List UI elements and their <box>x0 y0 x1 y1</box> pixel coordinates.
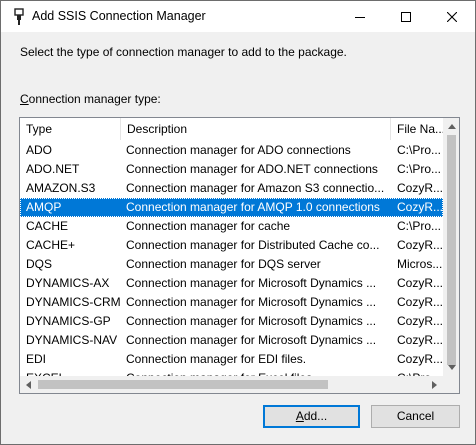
table-row[interactable]: ADO Connection manager for ADO connection… <box>20 141 443 160</box>
list-body: ADO Connection manager for ADO connection… <box>20 141 443 377</box>
cell-file-name: C:\Pro... <box>397 143 442 157</box>
ssis-app-icon <box>11 8 27 26</box>
close-icon[interactable] <box>429 1 475 32</box>
connection-type-label: Connection manager type: <box>20 92 161 106</box>
cell-description: Connection manager for Amazon S3 connect… <box>126 181 385 195</box>
cell-type: DYNAMICS-NAV <box>26 333 118 347</box>
vertical-scroll-thumb[interactable] <box>447 135 456 365</box>
cell-description: Connection manager for Microsoft Dynamic… <box>126 295 377 309</box>
cell-file-name: CozyR... <box>397 352 443 366</box>
cell-description: Connection manager for ADO.NET connectio… <box>126 162 378 176</box>
label-rest: onnection manager type: <box>28 92 161 106</box>
cell-file-name: CozyR... <box>397 333 443 347</box>
scroll-up-arrow-icon[interactable] <box>443 118 459 135</box>
table-row[interactable]: AMAZON.S3 Connection manager for Amazon S… <box>20 179 443 198</box>
table-row[interactable]: DQS Connection manager for DQS server Micr… <box>20 255 443 274</box>
cell-description: Connection manager for Distributed Cache… <box>126 238 380 252</box>
maximize-icon[interactable] <box>383 1 429 32</box>
minimize-icon[interactable] <box>337 1 383 32</box>
vertical-scrollbar[interactable] <box>443 118 459 376</box>
table-row[interactable]: DYNAMICS-CRM Connection manager for Micro… <box>20 293 443 312</box>
cell-description: Connection manager for ADO connections <box>126 143 351 157</box>
cell-type: ADO.NET <box>26 162 80 176</box>
label-mnemonic: C <box>20 92 29 106</box>
cell-type: CACHE <box>26 219 69 233</box>
title-bar[interactable]: Add SSIS Connection Manager <box>1 1 475 32</box>
cell-type: ADO <box>26 143 53 157</box>
cell-description: Connection manager for Microsoft Dynamic… <box>126 276 377 290</box>
list-header: Type Description File Na... <box>20 118 443 140</box>
table-row[interactable]: CACHE Connection manager for cache C:\Pro.… <box>20 217 443 236</box>
horizontal-scrollbar[interactable] <box>20 376 443 393</box>
cancel-button[interactable]: Cancel <box>371 405 460 428</box>
cell-description: Connection manager for EDI files. <box>126 352 307 366</box>
cell-type: EDI <box>26 352 47 366</box>
cell-description: Connection manager for Microsoft Dynamic… <box>126 333 377 347</box>
cell-file-name: CozyR... <box>397 238 443 252</box>
add-label-rest: dd... <box>303 409 328 423</box>
add-mnemonic: A <box>295 409 304 423</box>
cell-file-name: C:\Pro... <box>397 162 442 176</box>
table-row[interactable]: DYNAMICS-NAV Connection manager for Micro… <box>20 331 443 350</box>
scroll-down-arrow-icon[interactable] <box>443 359 459 376</box>
dialog-window: Add SSIS Connection Manager Select the t… <box>0 0 476 445</box>
cell-type: DYNAMICS-CRM <box>26 295 121 309</box>
cell-file-name: CozyR... <box>397 314 443 328</box>
cell-description: Connection manager for DQS server <box>126 257 321 271</box>
cell-description: Connection manager for cache <box>126 219 291 233</box>
table-row[interactable]: DYNAMICS-GP Connection manager for Micros… <box>20 312 443 331</box>
cell-file-name: CozyR... <box>397 276 443 290</box>
table-row[interactable]: DYNAMICS-AX Connection manager for Micros… <box>20 274 443 293</box>
cell-file-name: C:\Pro... <box>397 219 442 233</box>
scroll-left-arrow-icon[interactable] <box>20 376 37 393</box>
cell-type: DYNAMICS-GP <box>26 314 111 328</box>
cell-file-name: CozyR... <box>397 181 443 195</box>
cell-file-name: CozyR... <box>397 295 443 309</box>
connection-type-list[interactable]: Type Description File Na... ADO Connectio… <box>19 117 460 394</box>
cell-file-name: CozyR... <box>397 200 443 214</box>
cell-type: DQS <box>26 257 53 271</box>
cell-type: AMQP <box>26 200 62 214</box>
window-title: Add SSIS Connection Manager <box>32 9 206 23</box>
cell-file-name: Micros... <box>397 257 443 271</box>
column-header-file-name[interactable]: File Na... <box>391 118 443 140</box>
add-button[interactable]: Add... <box>263 405 360 428</box>
cell-type: CACHE+ <box>26 238 76 252</box>
intro-text: Select the type of connection manager to… <box>20 45 347 59</box>
horizontal-scroll-thumb[interactable] <box>38 380 328 389</box>
table-row[interactable]: AMQP Connection manager for AMQP 1.0 conn… <box>20 198 443 217</box>
table-row[interactable]: ADO.NET Connection manager for ADO.NET co… <box>20 160 443 179</box>
column-header-description[interactable]: Description <box>121 118 391 140</box>
scrollbar-corner <box>443 376 459 393</box>
table-row[interactable]: EDI Connection manager for EDI files. Cozy… <box>20 350 443 369</box>
cell-type: DYNAMICS-AX <box>26 276 110 290</box>
column-header-type[interactable]: Type <box>20 118 121 140</box>
table-row[interactable]: CACHE+ Connection manager for Distributed… <box>20 236 443 255</box>
cell-description: Connection manager for Microsoft Dynamic… <box>126 314 377 328</box>
cell-description: Connection manager for AMQP 1.0 connecti… <box>126 200 380 214</box>
scroll-right-arrow-icon[interactable] <box>426 376 443 393</box>
cell-type: AMAZON.S3 <box>26 181 96 195</box>
